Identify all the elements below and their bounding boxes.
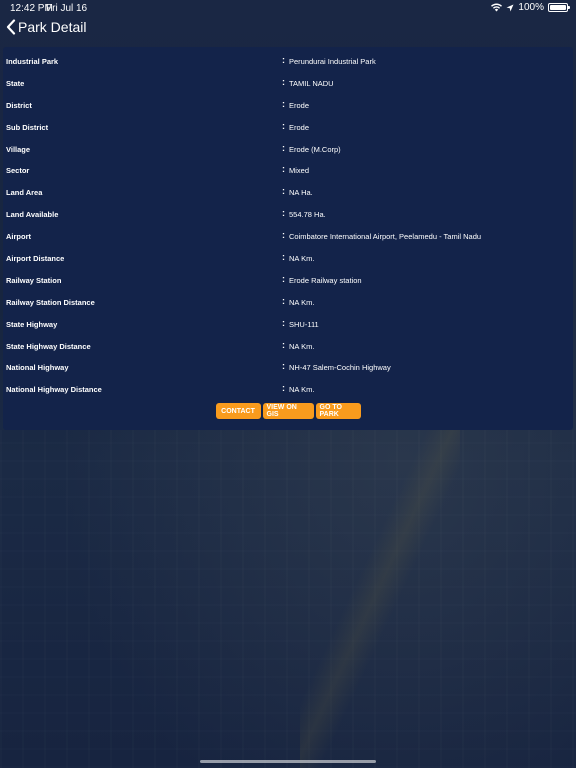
detail-value: NA Km.	[289, 385, 315, 395]
detail-value: NA Ha.	[289, 188, 313, 198]
detail-separator: :	[282, 339, 285, 350]
detail-label: Sub District	[6, 122, 49, 132]
detail-label: Industrial Park	[6, 57, 59, 66]
detail-value: NA Km.	[289, 254, 315, 264]
detail-value: Mixed	[289, 166, 310, 176]
detail-label: State	[6, 78, 25, 88]
detail-label: Village	[6, 144, 31, 154]
detail-row-land-available: Land Available : 554.78 Ha.	[3, 205, 573, 227]
detail-row-state-highway-distance: State Highway Distance : NA Km.	[3, 337, 573, 359]
detail-label: State Highway Distance	[6, 341, 91, 351]
detail-list: Industrial Park : Perundurai Industrial …	[3, 52, 573, 402]
detail-label: Airport Distance	[6, 254, 65, 264]
view-on-gis-button[interactable]: VIEW ON GIS	[262, 403, 314, 419]
detail-separator: :	[282, 208, 285, 219]
detail-label: Railway Station Distance	[6, 297, 95, 307]
detail-value: NH-47 Salem-Cochin Highway	[289, 363, 391, 373]
detail-row-railway-station: Railway Station : Erode Railway station	[3, 271, 573, 293]
detail-label: District	[6, 100, 32, 110]
background-city-texture	[0, 430, 576, 768]
detail-row-railway-station-distance: Railway Station Distance : NA Km.	[3, 293, 573, 315]
detail-label: National Highway Distance	[6, 385, 102, 395]
wifi-icon	[491, 3, 503, 12]
background-road	[300, 430, 460, 768]
detail-value: Erode (M.Corp)	[289, 144, 341, 154]
detail-value: NA Km.	[289, 341, 315, 351]
detail-label: Sector	[6, 166, 30, 176]
battery-fill	[550, 5, 566, 10]
detail-value: Coimbatore International Airport, Peelam…	[289, 232, 482, 242]
detail-row-state-highway: State Highway : SHU-111	[3, 315, 573, 337]
detail-separator: :	[282, 295, 285, 306]
detail-value: SHU-111	[289, 319, 319, 329]
detail-row-industrial-park: Industrial Park : Perundurai Industrial …	[3, 52, 573, 74]
action-buttons: CONTACT VIEW ON GIS GO TO PARK	[3, 403, 573, 419]
detail-value: TAMIL NADU	[289, 78, 334, 88]
detail-row-land-area: Land Area : NA Ha.	[3, 183, 573, 205]
detail-label: Airport	[6, 232, 31, 242]
detail-value: Perundurai Industrial Park	[289, 57, 376, 66]
navigation-bar: Park Detail	[0, 16, 576, 42]
detail-row-airport-distance: Airport Distance : NA Km.	[3, 249, 573, 271]
detail-value: 554.78 Ha.	[289, 210, 326, 220]
detail-separator: :	[282, 164, 285, 175]
detail-separator: :	[282, 142, 285, 153]
chevron-left-icon	[6, 19, 16, 35]
detail-separator: :	[282, 55, 285, 65]
detail-label: Railway Station	[6, 275, 62, 285]
go-to-park-button[interactable]: GO TO PARK	[315, 403, 361, 419]
home-indicator[interactable]	[200, 760, 376, 763]
detail-label: Land Area	[6, 188, 43, 198]
detail-separator: :	[282, 186, 285, 197]
status-bar: 12:42 PM Fri Jul 16 100%	[0, 0, 576, 16]
detail-value: Erode	[289, 122, 310, 132]
location-icon	[506, 4, 514, 12]
detail-row-sector: Sector : Mixed	[3, 161, 573, 183]
detail-value: Erode Railway station	[289, 275, 362, 285]
detail-row-state: State : TAMIL NADU	[3, 74, 573, 96]
detail-separator: :	[282, 120, 285, 131]
detail-separator: :	[282, 273, 285, 284]
battery-percentage: 100%	[518, 2, 544, 13]
detail-row-sub-district: Sub District : Erode	[3, 118, 573, 140]
detail-label: Land Available	[6, 210, 59, 220]
park-detail-card: Industrial Park : Perundurai Industrial …	[3, 47, 573, 430]
detail-row-national-highway-distance: National Highway Distance : NA Km.	[3, 380, 573, 402]
detail-separator: :	[282, 317, 285, 328]
status-date: Fri Jul 16	[46, 3, 88, 14]
detail-separator: :	[282, 252, 285, 263]
detail-label: State Highway	[6, 319, 58, 329]
detail-row-district: District : Erode	[3, 96, 573, 118]
detail-separator: :	[282, 383, 285, 394]
detail-row-national-highway: National Highway : NH-47 Salem-Cochin Hi…	[3, 358, 573, 380]
detail-row-village: Village : Erode (M.Corp)	[3, 140, 573, 162]
battery-icon	[548, 3, 570, 12]
detail-value: NA Km.	[289, 297, 315, 307]
page-title: Park Detail	[18, 19, 87, 35]
detail-separator: :	[282, 76, 285, 87]
detail-value: Erode	[289, 100, 310, 110]
status-indicators: 100%	[491, 2, 570, 13]
detail-separator: :	[282, 230, 285, 241]
contact-button[interactable]: CONTACT	[215, 403, 261, 419]
detail-separator: :	[282, 98, 285, 109]
detail-row-airport: Airport : Coimbatore International Airpo…	[3, 227, 573, 249]
detail-separator: :	[282, 361, 285, 372]
back-button[interactable]: Park Detail	[6, 19, 86, 35]
detail-label: National Highway	[6, 363, 69, 373]
